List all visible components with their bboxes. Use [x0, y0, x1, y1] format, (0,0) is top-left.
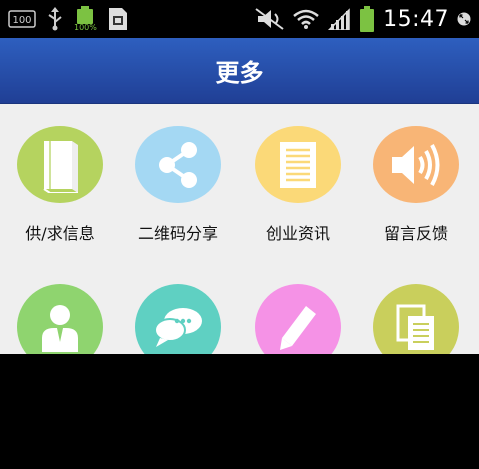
status-bar: 100 100% 15:47 — [0, 0, 479, 38]
grid-item-write[interactable] — [238, 262, 358, 354]
user-icon — [17, 284, 103, 354]
mute-icon — [255, 8, 285, 30]
status-right-icons: 15:47 — [255, 6, 471, 32]
fullscreen-icon[interactable] — [457, 12, 471, 26]
grid-item-label: 留言反馈 — [383, 224, 448, 243]
svg-text:100: 100 — [12, 15, 31, 26]
usb-icon — [46, 7, 64, 31]
chat-icon — [135, 284, 221, 354]
documents-icon — [373, 284, 459, 354]
grid-item-label: 二维码分享 — [137, 224, 218, 243]
speaker-icon — [373, 126, 459, 203]
grid-item-label: 创业资讯 — [265, 224, 330, 243]
grid-item-feedback[interactable]: 留言反馈 — [356, 104, 476, 244]
grid-item-label: 供/求信息 — [25, 224, 95, 243]
book-icon — [17, 126, 103, 203]
wifi-icon — [293, 8, 319, 30]
grid-item-supply-demand[interactable]: 供/求信息 — [0, 104, 120, 244]
grid-item-documents[interactable] — [356, 262, 476, 354]
battery-percent-label: 100% — [74, 23, 97, 32]
page-title: 更多 — [215, 59, 264, 87]
offscreen-area — [0, 354, 479, 469]
status-left-icons: 100 100% — [8, 6, 129, 32]
grid-item-user[interactable] — [0, 262, 120, 354]
grid-item-chat[interactable] — [118, 262, 238, 354]
status-time: 15:47 — [383, 6, 449, 32]
title-bar: 更多 — [0, 38, 479, 104]
battery-100-icon: 100% — [74, 6, 97, 32]
storage-100-icon: 100 — [8, 8, 36, 30]
news-icon — [255, 126, 341, 203]
feature-grid: 供/求信息 二维码分享 创业资讯 留言反馈 — [0, 104, 479, 354]
grid-item-business-news[interactable]: 创业资讯 — [238, 104, 358, 244]
battery-icon — [359, 6, 375, 32]
pencil-icon — [255, 284, 341, 354]
grid-item-qr-share[interactable]: 二维码分享 — [118, 104, 238, 244]
share-icon — [135, 126, 221, 203]
signal-icon — [327, 8, 351, 30]
app-notification-icon — [107, 7, 129, 31]
content-area: 供/求信息 二维码分享 创业资讯 留言反馈 — [0, 104, 479, 354]
